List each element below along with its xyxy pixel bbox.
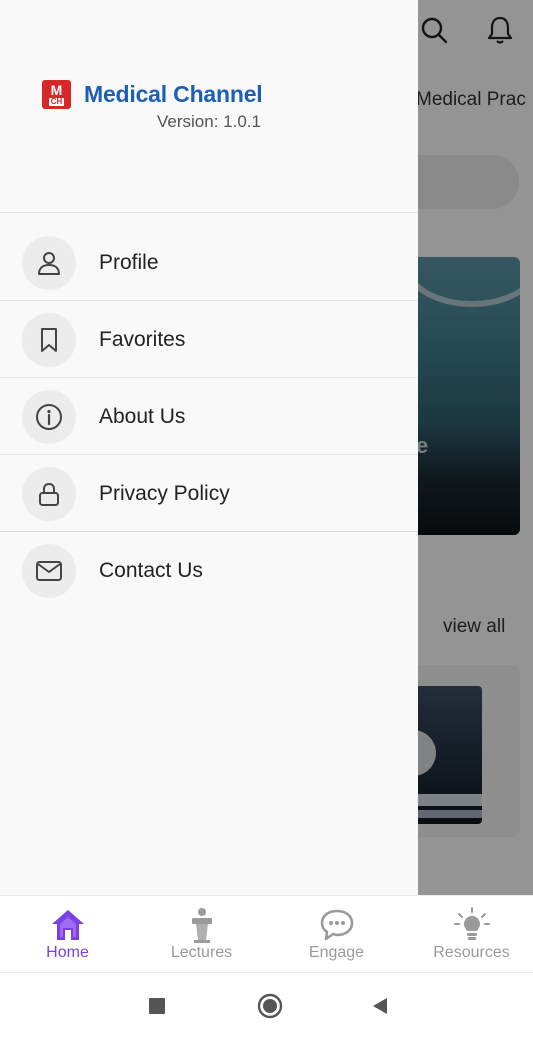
menu-item-privacy-policy[interactable]: Privacy Policy [0, 455, 418, 532]
menu-item-about-us[interactable]: About Us [0, 378, 418, 455]
lock-icon [22, 466, 76, 521]
back-triangle-icon [373, 997, 387, 1014]
lightbulb-icon [453, 907, 490, 943]
home-icon [50, 907, 86, 943]
recents-button[interactable] [132, 973, 182, 1038]
drawer-header-divider [0, 212, 418, 213]
menu-item-label: Contact Us [99, 558, 203, 582]
menu-item-favorites[interactable]: Favorites [0, 301, 418, 378]
chat-bubble-icon [319, 907, 355, 943]
nav-label: Home [46, 944, 89, 961]
menu-item-label: Profile [99, 250, 159, 274]
mail-icon [22, 543, 76, 598]
menu-item-label: Favorites [99, 327, 186, 351]
lectern-icon [184, 907, 220, 943]
square-icon [149, 997, 165, 1014]
system-navigation-bar [0, 973, 533, 1038]
navigation-drawer: M CH Medical Channel Version: 1.0.1 Prof… [0, 0, 418, 895]
nav-tab-engage[interactable]: Engage [270, 896, 403, 974]
logo-letters-ch: CH [48, 97, 65, 106]
nav-label: Resources [433, 944, 510, 961]
person-icon [22, 235, 76, 290]
app-version: Version: 1.0.1 [157, 112, 261, 131]
menu-item-profile[interactable]: Profile [0, 224, 418, 301]
back-button[interactable] [355, 973, 405, 1038]
logo-letter-m: M [50, 82, 63, 98]
menu-item-label: Privacy Policy [99, 481, 230, 505]
bookmark-icon [22, 312, 76, 367]
bottom-navigation-bar: Home Lectures Engage Resources [0, 895, 533, 973]
app-brand: M CH Medical Channel [42, 80, 263, 109]
app-name: Medical Channel [84, 81, 263, 107]
nav-tab-home[interactable]: Home [1, 896, 134, 974]
app-logo-icon: M CH [42, 80, 71, 109]
system-home-button[interactable] [245, 973, 295, 1038]
menu-item-label: About Us [99, 404, 186, 428]
nav-label: Lectures [170, 944, 233, 961]
menu-item-contact-us[interactable]: Contact Us [0, 532, 418, 609]
nav-tab-lectures[interactable]: Lectures [135, 896, 268, 974]
circle-icon [257, 993, 283, 1018]
info-icon [22, 389, 76, 444]
nav-label: Engage [308, 944, 365, 961]
nav-tab-resources[interactable]: Resources [405, 896, 533, 974]
